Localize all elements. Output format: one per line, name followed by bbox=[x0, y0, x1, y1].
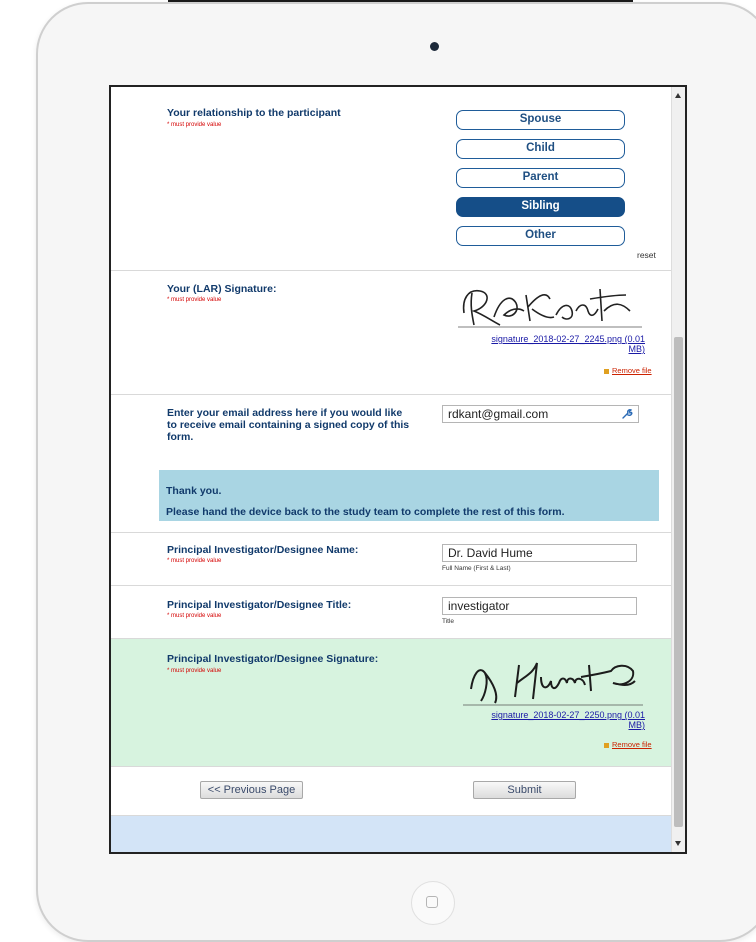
lar-remove-file-label: Remove file bbox=[612, 366, 652, 375]
pi-name-note: Full Name (First & Last) bbox=[442, 565, 511, 572]
pi-signature-file-link[interactable]: signature_2018-02-27_2250.png (0.01 MB) bbox=[463, 710, 645, 730]
email-label: Enter your email address here if you wou… bbox=[167, 407, 409, 443]
relationship-required-note: * must provide value bbox=[167, 122, 222, 128]
camera-icon bbox=[430, 42, 439, 51]
pi-name-row: Principal Investigator/Designee Name: * … bbox=[111, 532, 672, 585]
scroll-up-arrow-icon[interactable] bbox=[675, 93, 681, 98]
pi-remove-file-link[interactable]: Remove file bbox=[604, 740, 652, 749]
lar-signature-file-name: signature_2018-02-27_2245.png (0.01 bbox=[491, 334, 645, 344]
lar-signature-label: Your (LAR) Signature: bbox=[167, 283, 277, 295]
pi-signature-image bbox=[463, 662, 643, 706]
navigation-row: << Previous Page Submit bbox=[111, 766, 672, 815]
email-row: Enter your email address here if you wou… bbox=[111, 394, 672, 459]
thank-you-notice: Thank you. Please hand the device back t… bbox=[111, 459, 672, 532]
option-other[interactable]: Other bbox=[456, 226, 625, 246]
pi-title-label: Principal Investigator/Designee Title: bbox=[167, 599, 352, 611]
lar-signature-row: Your (LAR) Signature: * must provide val… bbox=[111, 270, 672, 394]
lar-signature-required-note: * must provide value bbox=[167, 297, 222, 303]
scrollbar-thumb[interactable] bbox=[674, 337, 683, 827]
pi-title-required-note: * must provide value bbox=[167, 613, 222, 619]
pi-signature-file-size: MB) bbox=[628, 720, 646, 730]
previous-page-button[interactable]: << Previous Page bbox=[200, 781, 303, 799]
pi-signature-row: Principal Investigator/Designee Signatur… bbox=[111, 638, 672, 766]
email-label-line: form. bbox=[167, 431, 194, 443]
reset-link[interactable]: reset bbox=[637, 250, 656, 260]
email-label-line: Enter your email address here if you wou… bbox=[167, 407, 403, 419]
home-square-icon bbox=[426, 896, 438, 908]
option-spouse[interactable]: Spouse bbox=[456, 110, 625, 130]
footer-band bbox=[111, 815, 672, 852]
option-child[interactable]: Child bbox=[456, 139, 625, 159]
form-content: Your relationship to the participant * m… bbox=[111, 87, 672, 852]
pi-title-row: Principal Investigator/Designee Title: *… bbox=[111, 585, 672, 638]
notice-line-handback: Please hand the device back to the study… bbox=[166, 506, 565, 518]
email-input[interactable]: rdkant@gmail.com bbox=[442, 405, 639, 423]
pi-signature-required-note: * must provide value bbox=[167, 668, 222, 674]
relationship-row: Your relationship to the participant * m… bbox=[111, 87, 672, 270]
pi-name-label: Principal Investigator/Designee Name: bbox=[167, 544, 359, 556]
option-parent[interactable]: Parent bbox=[456, 168, 625, 188]
wrench-icon[interactable] bbox=[621, 408, 633, 420]
lar-signature-file-link[interactable]: signature_2018-02-27_2245.png (0.01 MB) bbox=[463, 334, 645, 354]
vertical-scrollbar[interactable] bbox=[671, 87, 685, 852]
pi-remove-file-label: Remove file bbox=[612, 740, 652, 749]
pi-title-input[interactable]: investigator bbox=[442, 597, 637, 615]
lar-signature-image bbox=[458, 288, 642, 328]
notice-box: Thank you. Please hand the device back t… bbox=[159, 470, 659, 521]
option-sibling[interactable]: Sibling bbox=[456, 197, 625, 217]
email-label-line: to receive email containing a signed cop… bbox=[167, 419, 410, 431]
remove-file-icon bbox=[604, 742, 609, 748]
scroll-down-arrow-icon[interactable] bbox=[675, 841, 681, 846]
submit-button[interactable]: Submit bbox=[473, 781, 576, 799]
lar-signature-file-size: MB) bbox=[628, 344, 646, 354]
home-button[interactable] bbox=[411, 881, 455, 925]
remove-file-icon bbox=[604, 368, 609, 374]
screen: Your relationship to the participant * m… bbox=[109, 85, 687, 854]
pi-title-note: Title bbox=[442, 618, 455, 625]
relationship-label: Your relationship to the participant bbox=[167, 107, 341, 119]
pi-signature-label: Principal Investigator/Designee Signatur… bbox=[167, 653, 379, 665]
notice-line-thanks: Thank you. bbox=[166, 485, 222, 497]
pi-signature-file-name: signature_2018-02-27_2250.png (0.01 bbox=[491, 710, 645, 720]
pi-name-required-note: * must provide value bbox=[167, 558, 222, 564]
lar-remove-file-link[interactable]: Remove file bbox=[604, 366, 652, 375]
email-value: rdkant@gmail.com bbox=[448, 407, 549, 421]
pi-name-input[interactable]: Dr. David Hume bbox=[442, 544, 637, 562]
